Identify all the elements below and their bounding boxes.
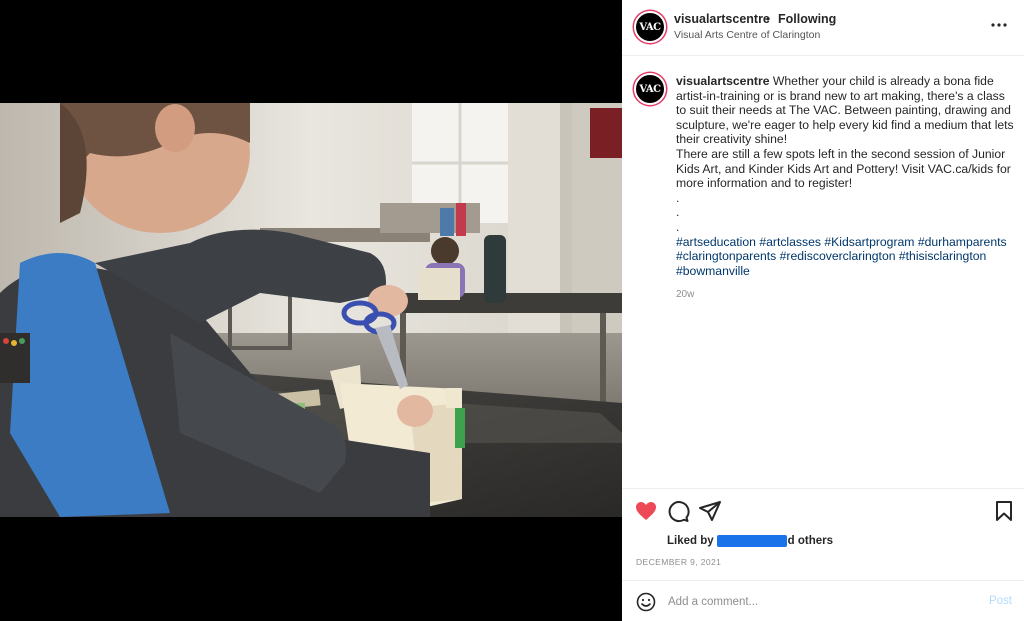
post-comment-button[interactable]: Post (989, 595, 1012, 607)
post-header: VAC visualartscentre • Following Visual … (622, 0, 1024, 56)
caption-section: VAC visualartscentre Whether your child … (622, 57, 1024, 489)
more-horizontal-icon[interactable] (988, 14, 1010, 36)
caption-age: 20w (676, 289, 695, 300)
caption-line-4: . (676, 205, 680, 220)
redacted-username (716, 535, 787, 547)
hashtags[interactable]: #artseducation #artclasses #Kidsartprogr… (676, 235, 1016, 279)
username-link[interactable]: visualartscentre (674, 12, 770, 26)
likes-others-link[interactable]: d others (788, 535, 833, 547)
likes-summary[interactable]: Liked by d others (667, 535, 833, 547)
share-icon[interactable] (698, 499, 722, 523)
following-button[interactable]: Following (778, 12, 836, 26)
post-photo[interactable] (0, 103, 622, 517)
caption-line-2: There are still a few spots left in the … (676, 146, 1011, 191)
caption-line-3: . (676, 190, 680, 205)
caption-avatar[interactable]: VAC (634, 73, 666, 105)
separator-dot: • (766, 12, 771, 26)
action-bar (622, 490, 1024, 530)
post-media (0, 0, 622, 621)
caption-username-link[interactable]: visualartscentre (676, 74, 770, 88)
avatar[interactable]: VAC (634, 11, 666, 43)
emoji-icon[interactable] (636, 592, 656, 612)
comment-bar: Post (622, 580, 1024, 621)
comment-icon[interactable] (666, 499, 690, 523)
liked-by-label: Liked by (667, 535, 714, 547)
post-date[interactable]: DECEMBER 9, 2021 (636, 557, 721, 567)
caption-text: visualartscentre Whether your child is a… (676, 74, 1016, 278)
comment-input[interactable] (668, 591, 968, 613)
heart-icon[interactable] (634, 499, 658, 523)
location-link[interactable]: Visual Arts Centre of Clarington (674, 29, 820, 41)
post-panel: VAC visualartscentre • Following Visual … (622, 0, 1024, 621)
caption-line-5: . (676, 219, 680, 234)
bookmark-icon[interactable] (992, 499, 1016, 523)
